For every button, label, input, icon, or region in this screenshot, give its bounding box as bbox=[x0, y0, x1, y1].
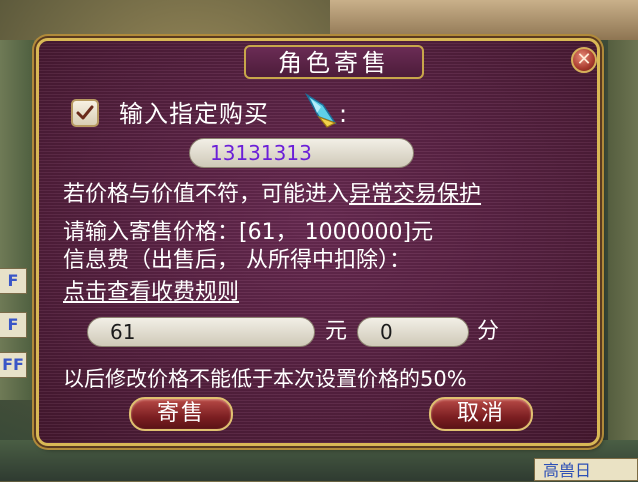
background-left bbox=[0, 40, 34, 400]
side-tag[interactable]: FF bbox=[0, 352, 27, 378]
warning-text: 若价格与价值不符，可能进入异常交易保护 bbox=[63, 181, 481, 209]
side-tag[interactable]: F bbox=[0, 268, 27, 294]
side-tag[interactable]: F bbox=[0, 312, 27, 338]
unit-yuan-label: 元 bbox=[325, 319, 348, 344]
cancel-button[interactable]: 取消 bbox=[429, 397, 533, 431]
price-range-text: 请输入寄售价格：[61， 1000000]元 bbox=[63, 220, 434, 245]
close-icon: ✕ bbox=[576, 49, 592, 70]
unit-fen-label: 分 bbox=[477, 319, 500, 344]
warning-prefix: 若价格与价值不符，可能进入 bbox=[63, 182, 350, 207]
price-fen-input[interactable]: 0 bbox=[357, 317, 469, 347]
buyer-colon: : bbox=[339, 100, 348, 128]
buyer-id-input[interactable]: 13131313 bbox=[189, 138, 414, 168]
consign-button[interactable]: 寄售 bbox=[129, 397, 233, 431]
background-roof bbox=[330, 0, 638, 40]
close-button[interactable]: ✕ bbox=[571, 47, 597, 73]
price-note: 以后修改价格不能低于本次设置价格的50% bbox=[63, 367, 467, 391]
background-right bbox=[608, 40, 638, 460]
crystal-icon bbox=[304, 92, 337, 128]
dialog-title: 角色寄售 bbox=[244, 45, 424, 79]
fee-rule-link[interactable]: 点击查看收费规则 bbox=[63, 279, 239, 307]
buyer-label: 输入指定购买 bbox=[119, 100, 269, 128]
price-yuan-input[interactable]: 61 bbox=[87, 317, 315, 347]
abnormal-trade-protection-link[interactable]: 异常交易保护 bbox=[349, 182, 481, 207]
bottom-tag[interactable]: 高兽日 bbox=[534, 458, 638, 481]
fee-text: 信息费（出售后， 从所得中扣除）： bbox=[63, 248, 411, 273]
buyer-checkbox[interactable] bbox=[71, 99, 99, 127]
check-icon bbox=[76, 105, 94, 120]
role-consign-dialog: 角色寄售 ✕ 输入指定购买 : 13131313 若价格与价值不符，可能进入异常… bbox=[36, 38, 600, 446]
